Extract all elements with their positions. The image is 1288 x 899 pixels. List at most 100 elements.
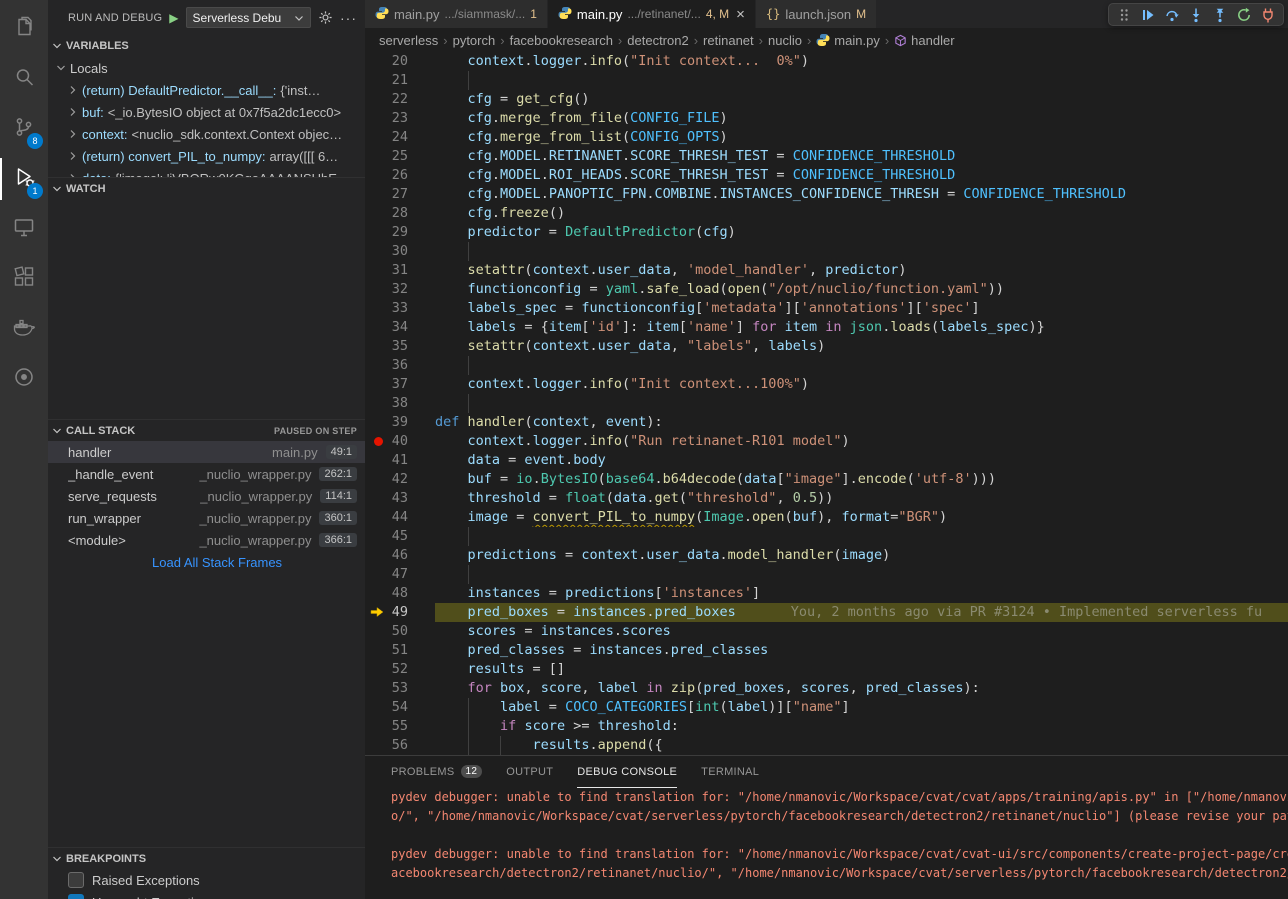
code-line-52[interactable]: 52 results = [] (365, 660, 1288, 679)
gutter[interactable]: 55 (365, 717, 435, 736)
breakpoint-row[interactable]: Raised Exceptions (48, 869, 365, 891)
code-line-34[interactable]: 34 labels = {item['id']: item['name'] fo… (365, 318, 1288, 337)
code-line-30[interactable]: 30 (365, 242, 1288, 261)
gutter[interactable]: 54 (365, 698, 435, 717)
breadcrumb-item-retinanet[interactable]: retinanet (703, 33, 754, 48)
breadcrumb-item-detectron2[interactable]: detectron2 (627, 33, 688, 48)
gutter[interactable]: 32 (365, 280, 435, 299)
gutter[interactable]: 43 (365, 489, 435, 508)
code-line-41[interactable]: 41 data = event.body (365, 451, 1288, 470)
checkbox[interactable] (68, 894, 84, 899)
gutter[interactable]: 46 (365, 546, 435, 565)
gutter[interactable]: 28 (365, 204, 435, 223)
variable-row[interactable]: (return) DefaultPredictor.__call__: {'in… (48, 79, 365, 101)
code-line-26[interactable]: 26 cfg.MODEL.ROI_HEADS.SCORE_THRESH_TEST… (365, 166, 1288, 185)
breakpoint-dot[interactable] (374, 437, 383, 446)
code-line-42[interactable]: 42 buf = io.BytesIO(base64.b64decode(dat… (365, 470, 1288, 489)
breakpoint-row[interactable]: Uncaught Exceptions (48, 891, 365, 899)
gutter[interactable]: 26 (365, 166, 435, 185)
tab-main.py[interactable]: main.py.../siammask/...1 (365, 0, 548, 28)
gutter[interactable]: 24 (365, 128, 435, 147)
code-line-23[interactable]: 23 cfg.merge_from_file(CONFIG_FILE) (365, 109, 1288, 128)
panel-tab-debug-console[interactable]: DEBUG CONSOLE (577, 756, 677, 788)
code-line-50[interactable]: 50 scores = instances.scores (365, 622, 1288, 641)
code-line-48[interactable]: 48 instances = predictions['instances'] (365, 584, 1288, 603)
code-line-32[interactable]: 32 functionconfig = yaml.safe_load(open(… (365, 280, 1288, 299)
breadcrumb-item-main.py[interactable]: main.py (816, 33, 880, 48)
gutter[interactable]: 44 (365, 508, 435, 527)
code-line-56[interactable]: 56 results.append({ (365, 736, 1288, 755)
gutter[interactable]: 41 (365, 451, 435, 470)
gutter[interactable]: 33 (365, 299, 435, 318)
tab-main.py[interactable]: main.py.../retinanet/...4, M× (548, 0, 756, 28)
gutter[interactable]: 38 (365, 394, 435, 413)
activity-item-extensions[interactable] (0, 254, 48, 304)
gutter[interactable]: 31 (365, 261, 435, 280)
start-debugging-icon[interactable]: ▶ (169, 12, 178, 24)
scope-locals[interactable]: Locals (48, 57, 365, 79)
variable-row[interactable]: context: <nuclio_sdk.context.Context obj… (48, 123, 365, 145)
code-line-29[interactable]: 29 predictor = DefaultPredictor(cfg) (365, 223, 1288, 242)
code-line-22[interactable]: 22 cfg = get_cfg() (365, 90, 1288, 109)
code-line-45[interactable]: 45 (365, 527, 1288, 546)
code-line-35[interactable]: 35 setattr(context.user_data, "labels", … (365, 337, 1288, 356)
code-line-51[interactable]: 51 pred_classes = instances.pred_classes (365, 641, 1288, 660)
code-line-55[interactable]: 55 if score >= threshold: (365, 717, 1288, 736)
gutter[interactable]: 22 (365, 90, 435, 109)
code-line-25[interactable]: 25 cfg.MODEL.RETINANET.SCORE_THRESH_TEST… (365, 147, 1288, 166)
code-line-43[interactable]: 43 threshold = float(data.get("threshold… (365, 489, 1288, 508)
activity-item-source-control[interactable]: 8 (0, 104, 48, 154)
code-editor[interactable]: 20 context.logger.info("Init context... … (365, 52, 1288, 755)
gutter[interactable]: 48 (365, 584, 435, 603)
variable-row[interactable]: buf: <_io.BytesIO object at 0x7f5a2dc1ec… (48, 101, 365, 123)
call-stack-section-header[interactable]: CALL STACK PAUSED ON STEP (48, 419, 365, 441)
breadcrumb-item-nuclio[interactable]: nuclio (768, 33, 802, 48)
code-line-21[interactable]: 21 (365, 71, 1288, 90)
gutter[interactable]: 52 (365, 660, 435, 679)
continue-button[interactable] (1136, 4, 1160, 25)
gutter[interactable]: 50 (365, 622, 435, 641)
gutter[interactable]: 29 (365, 223, 435, 242)
more-actions-icon[interactable]: ··· (340, 10, 357, 26)
code-line-54[interactable]: 54 label = COCO_CATEGORIES[int(label)]["… (365, 698, 1288, 717)
gutter[interactable]: 27 (365, 185, 435, 204)
stack-frame-serve_requests[interactable]: serve_requests_nuclio_wrapper.py114:1 (48, 485, 365, 507)
step-over-button[interactable] (1160, 4, 1184, 25)
code-line-46[interactable]: 46 predictions = context.user_data.model… (365, 546, 1288, 565)
stack-frame-handler[interactable]: handlermain.py49:1 (48, 441, 365, 463)
breadcrumb-item-pytorch[interactable]: pytorch (453, 33, 496, 48)
code-line-27[interactable]: 27 cfg.MODEL.PANOPTIC_FPN.COMBINE.INSTAN… (365, 185, 1288, 204)
gutter[interactable]: 30 (365, 242, 435, 261)
activity-item-remote-explorer[interactable] (0, 204, 48, 254)
code-line-28[interactable]: 28 cfg.freeze() (365, 204, 1288, 223)
gutter[interactable]: 37 (365, 375, 435, 394)
gutter[interactable]: 42 (365, 470, 435, 489)
gutter[interactable]: 45 (365, 527, 435, 546)
code-line-47[interactable]: 47 (365, 565, 1288, 584)
step-out-button[interactable] (1208, 4, 1232, 25)
variable-row[interactable]: data: {'image': 'iVBORw0KGgoAAAANSUhE… (48, 167, 365, 177)
panel-tab-problems[interactable]: PROBLEMS12 (391, 756, 482, 788)
activity-item-explorer[interactable] (0, 4, 48, 54)
checkbox[interactable] (68, 872, 84, 888)
breadcrumb-item-handler[interactable]: handler (894, 33, 954, 48)
stack-frame-<module>[interactable]: <module>_nuclio_wrapper.py366:1 (48, 529, 365, 551)
gutter[interactable]: 49 (365, 603, 435, 622)
step-into-button[interactable] (1184, 4, 1208, 25)
gutter[interactable]: 21 (365, 71, 435, 90)
stack-frame-run_wrapper[interactable]: run_wrapper_nuclio_wrapper.py360:1 (48, 507, 365, 529)
load-all-stack-frames-link[interactable]: Load All Stack Frames (48, 551, 365, 574)
activity-item-search[interactable] (0, 54, 48, 104)
code-line-36[interactable]: 36 (365, 356, 1288, 375)
panel-tab-output[interactable]: OUTPUT (506, 756, 553, 788)
gutter[interactable]: 20 (365, 52, 435, 71)
code-line-49[interactable]: 49 pred_boxes = instances.pred_boxesYou,… (365, 603, 1288, 622)
activity-item-docker[interactable] (0, 304, 48, 354)
activity-item-circle-plugin[interactable] (0, 354, 48, 404)
code-line-44[interactable]: 44 image = convert_PIL_to_numpy(Image.op… (365, 508, 1288, 527)
debug-config-dropdown[interactable]: Serverless Debu (186, 7, 311, 28)
breakpoints-section-header[interactable]: BREAKPOINTS (48, 847, 365, 869)
code-line-40[interactable]: 40 context.logger.info("Run retinanet-R1… (365, 432, 1288, 451)
variable-row[interactable]: (return) convert_PIL_to_numpy: array([[[… (48, 145, 365, 167)
gear-icon[interactable] (318, 10, 333, 25)
